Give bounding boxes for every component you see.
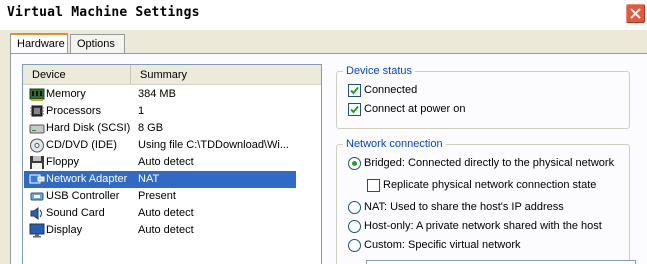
connected-label[interactable]: Connected (364, 84, 417, 96)
tab-hardware[interactable]: Hardware (10, 33, 68, 55)
device-row-cd-dvd[interactable]: CD/DVD (IDE) Using file C:\TDDownload\Wi… (24, 137, 296, 154)
device-row-display[interactable]: Display Auto detect (24, 222, 296, 239)
usb-icon (30, 192, 44, 201)
bridged-label[interactable]: Bridged: Connected directly to the physi… (364, 157, 614, 169)
tab-options[interactable]: Options (70, 34, 125, 54)
custom-network-select[interactable] (366, 260, 636, 264)
device-row-floppy[interactable]: Floppy Auto detect (24, 154, 296, 171)
device-name: Sound Card (46, 207, 105, 219)
device-list[interactable]: Device Summary Memory 384 MB Processors … (22, 64, 322, 264)
device-summary: 384 MB (138, 88, 176, 100)
checkmark-icon (350, 105, 359, 114)
nat-radio[interactable] (348, 201, 361, 214)
replicate-state-checkbox[interactable] (367, 179, 380, 192)
close-button[interactable] (625, 3, 646, 24)
device-name: Floppy (46, 156, 80, 168)
device-summary: Auto detect (138, 156, 194, 168)
host-only-label[interactable]: Host-only: A private network shared with… (364, 220, 602, 232)
processor-icon (30, 105, 44, 117)
device-name: Hard Disk (SCSI) (46, 122, 131, 134)
column-header-summary[interactable]: Summary (131, 65, 321, 84)
device-status-group: Device status (336, 65, 630, 129)
network-connection-legend: Network connection (343, 138, 446, 150)
device-summary: Using file C:\TDDownload\Wi... (138, 139, 289, 151)
device-row-sound-card[interactable]: Sound Card Auto detect (24, 205, 296, 222)
device-row-processors[interactable]: Processors 1 (24, 103, 296, 120)
column-header-device[interactable]: Device (23, 65, 131, 84)
device-name: Processors (46, 105, 102, 117)
list-header: Device Summary (23, 65, 321, 85)
device-summary: Present (138, 190, 176, 202)
nat-label[interactable]: NAT: Used to share the host's IP address (364, 201, 564, 213)
connect-at-power-on-label[interactable]: Connect at power on (364, 103, 466, 115)
host-only-radio[interactable] (348, 220, 361, 233)
display-icon (29, 223, 45, 238)
memory-icon (29, 88, 45, 101)
device-row-usb-controller[interactable]: USB Controller Present (24, 188, 296, 205)
close-icon (630, 8, 641, 19)
device-status-legend: Device status (343, 65, 416, 77)
custom-label[interactable]: Custom: Specific virtual network (364, 239, 521, 251)
device-summary: 1 (138, 105, 145, 117)
custom-radio[interactable] (348, 239, 361, 252)
device-name: CD/DVD (IDE) (46, 139, 117, 151)
checkmark-icon (350, 86, 359, 95)
bridged-radio[interactable] (348, 157, 361, 170)
device-name: USB Controller (46, 190, 120, 202)
connected-checkbox[interactable] (348, 84, 361, 97)
hard-disk-icon (29, 124, 45, 134)
cd-dvd-icon (30, 138, 44, 153)
device-name: Memory (46, 88, 86, 100)
connect-at-power-on-checkbox[interactable] (348, 103, 361, 116)
sound-card-icon (30, 207, 42, 220)
title-bar: Virtual Machine Settings (0, 0, 647, 30)
replicate-state-label[interactable]: Replicate physical network connection st… (383, 179, 596, 191)
device-row-network-adapter[interactable]: Network Adapter NAT (24, 171, 296, 188)
device-name: Network Adapter (46, 173, 128, 185)
radio-selected-dot (352, 161, 357, 166)
device-row-hard-disk[interactable]: Hard Disk (SCSI) 8 GB (24, 120, 296, 137)
device-summary: NAT (138, 173, 160, 185)
device-summary: 8 GB (138, 122, 164, 134)
device-row-memory[interactable]: Memory 384 MB (24, 86, 296, 103)
floppy-icon (30, 156, 44, 169)
device-summary: Auto detect (138, 224, 194, 236)
device-summary: Auto detect (138, 207, 194, 219)
network-adapter-icon (29, 174, 45, 184)
device-name: Display (46, 224, 83, 236)
window-title: Virtual Machine Settings (7, 5, 200, 20)
